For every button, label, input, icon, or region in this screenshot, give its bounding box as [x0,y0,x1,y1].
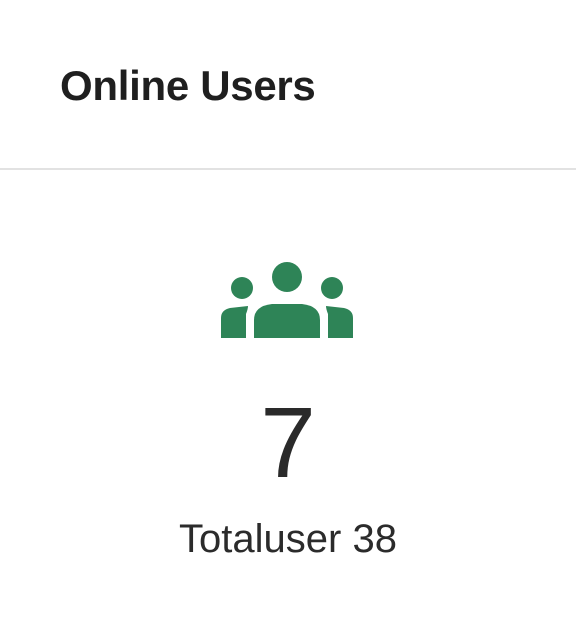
card-body: 7 Totaluser 38 [0,170,576,631]
total-users-line: Totaluser 38 [0,514,576,564]
users-group-icon [218,262,356,338]
online-count: 7 [260,387,316,499]
card-title: Online Users [60,62,316,109]
card-header: Online Users [0,0,576,170]
total-users-count: 38 [352,517,397,561]
online-users-card: Online Users 7 Totaluser 38 [0,0,576,633]
total-users-label: Totaluser [179,517,342,561]
